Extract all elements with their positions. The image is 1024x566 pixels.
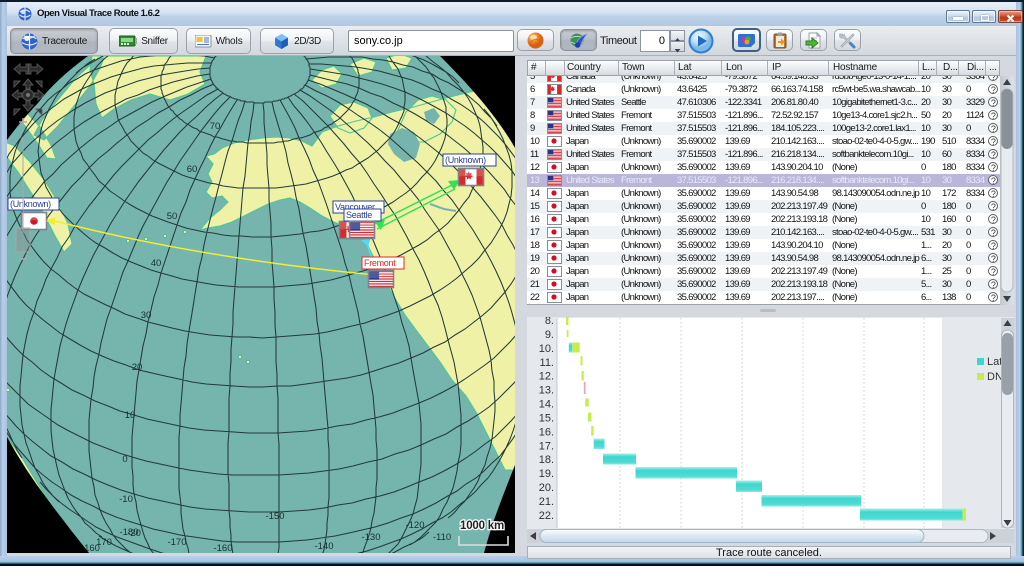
svg-text:14.: 14. — [539, 399, 554, 411]
svg-text:22.: 22. — [539, 510, 554, 522]
svg-text:70: 70 — [210, 121, 221, 132]
svg-text:-170: -170 — [167, 537, 186, 548]
svg-text:30: 30 — [141, 310, 152, 321]
svg-text:-120: -120 — [405, 520, 424, 531]
svg-text:-150: -150 — [265, 511, 284, 522]
svg-text:(Unknown): (Unknown) — [445, 155, 486, 165]
svg-text:60: 60 — [187, 164, 198, 175]
svg-text:19.: 19. — [539, 468, 554, 480]
svg-text:10.: 10. — [539, 343, 554, 355]
svg-text:-140: -140 — [314, 541, 333, 552]
svg-text:12.: 12. — [539, 371, 554, 383]
svg-text:0: 0 — [122, 454, 127, 465]
svg-text:-160: -160 — [213, 543, 232, 553]
svg-text:13.: 13. — [539, 385, 554, 397]
svg-text:(Unknown): (Unknown) — [10, 199, 51, 209]
svg-text:21.: 21. — [539, 496, 554, 508]
svg-text:1000 km: 1000 km — [460, 520, 504, 532]
svg-text:-130: -130 — [361, 532, 380, 543]
svg-text:20: 20 — [132, 362, 143, 373]
svg-text:8.: 8. — [545, 317, 554, 327]
svg-text:DN: DN — [987, 371, 1003, 383]
svg-text:-110: -110 — [433, 532, 451, 543]
svg-text:17.: 17. — [539, 440, 554, 452]
svg-text:18.: 18. — [539, 454, 554, 466]
svg-text:Lat: Lat — [987, 356, 1002, 368]
svg-text:16.: 16. — [539, 426, 554, 438]
svg-text:-10: -10 — [119, 494, 133, 505]
svg-text:11.: 11. — [540, 357, 554, 369]
svg-text:170: 170 — [96, 537, 112, 548]
svg-text:9.: 9. — [545, 329, 554, 341]
svg-text:Fremont: Fremont — [364, 258, 396, 268]
svg-text:40: 40 — [151, 258, 162, 269]
svg-text:-180: -180 — [119, 527, 138, 538]
svg-text:20.: 20. — [539, 482, 554, 494]
svg-text:15.: 15. — [539, 412, 554, 424]
svg-text:Seattle: Seattle — [346, 210, 372, 220]
svg-text:10: 10 — [125, 410, 136, 421]
svg-text:50: 50 — [167, 211, 178, 222]
